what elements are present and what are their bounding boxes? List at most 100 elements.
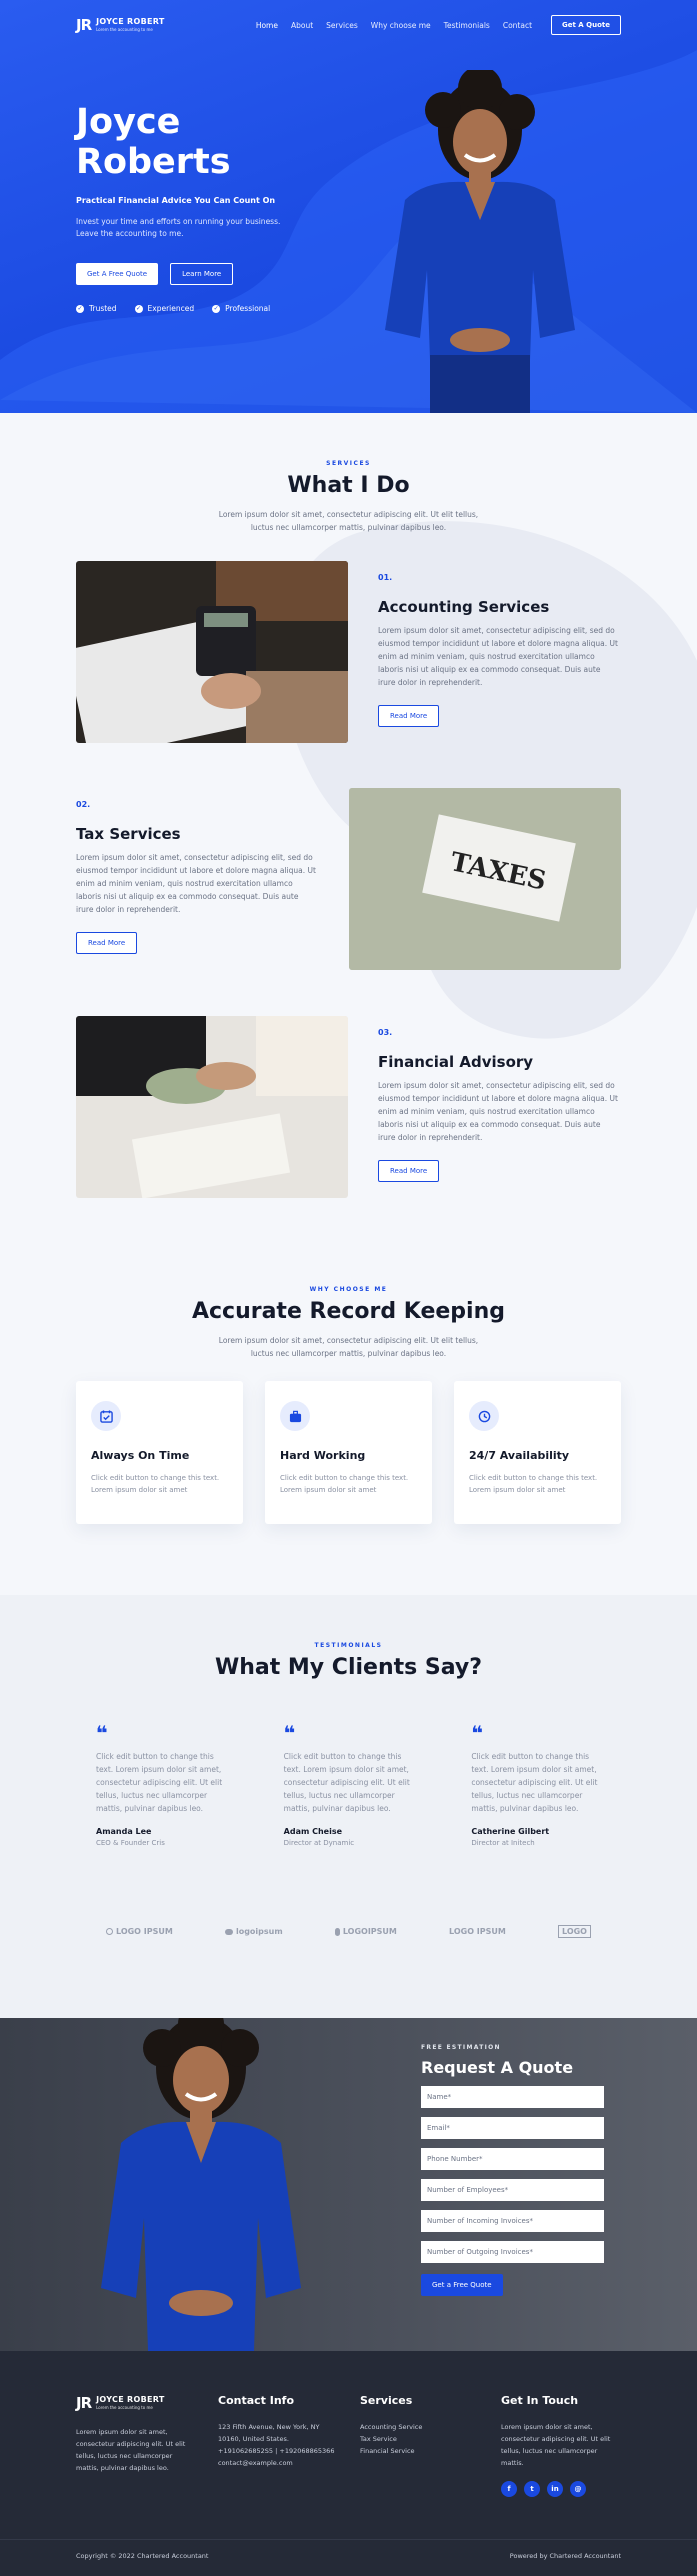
linkedin-icon[interactable]: in xyxy=(547,2481,563,2497)
check-icon: ✓ xyxy=(134,304,143,313)
read-more-button[interactable]: Read More xyxy=(76,932,138,954)
footer-phones[interactable]: +1910626852S5 | +192068865366 xyxy=(218,2445,343,2457)
feature-card: Hard Working Click edit button to change… xyxy=(265,1381,432,1524)
nav-home[interactable]: Home xyxy=(256,21,278,30)
learn-more-button[interactable]: Learn More xyxy=(170,263,234,285)
why-description: Lorem ipsum dolor sit amet, consectetur … xyxy=(218,1336,479,1358)
phone-field[interactable]: Phone Number* xyxy=(421,2148,604,2170)
testimonial-role: Director at Initech xyxy=(471,1839,535,1847)
why-kicker: WHY CHOOSE ME xyxy=(309,1286,388,1293)
testimonial-name: Adam Cheise xyxy=(283,1827,343,1836)
service-number: 03. xyxy=(378,1028,393,1037)
email-field[interactable]: Email* xyxy=(421,2117,604,2139)
briefcase-icon xyxy=(280,1401,310,1431)
feature-trusted: Trusted xyxy=(89,304,117,313)
testimonials-section: TESTIMONIALS What My Clients Say? ❝ Clic… xyxy=(0,1595,697,2018)
footer-email[interactable]: contact@example.com xyxy=(218,2457,343,2469)
twitter-icon[interactable]: t xyxy=(524,2481,540,2497)
client-logos: LOGO IPSUM logoipsum LOGOIPSUM LOGO IPSU… xyxy=(76,1925,621,1938)
name-field[interactable]: Name* xyxy=(421,2086,604,2108)
get-free-quote-button[interactable]: Get A Free Quote xyxy=(76,263,159,285)
nav-testimonials[interactable]: Testimonials xyxy=(444,21,490,30)
clock-icon xyxy=(469,1401,499,1431)
card-title: 24/7 Availability xyxy=(469,1449,570,1462)
testimonial-item: ❝ Click edit button to change this text.… xyxy=(451,1713,621,1860)
footer-address: 123 Fifth Avenue, New York, NY 10160, Un… xyxy=(218,2423,320,2443)
card-description: Click edit button to change this text. L… xyxy=(280,1474,409,1494)
service-title: Accounting Services xyxy=(378,598,550,616)
footer-service-link[interactable]: Financial Service xyxy=(360,2445,470,2457)
footer-services: Services Accounting Service Tax Service … xyxy=(360,2394,470,2457)
footer-touch-title: Get In Touch xyxy=(501,2394,579,2407)
logo[interactable]: JR JOYCE ROBERT Lorem the accounting to … xyxy=(76,16,165,34)
form-title: Request A Quote xyxy=(421,2058,574,2077)
nav-why-choose-me[interactable]: Why choose me xyxy=(371,21,431,30)
outgoing-invoices-field[interactable]: Number of Outgoing Invoices* xyxy=(421,2241,604,2263)
testimonial-name: Catherine Gilbert xyxy=(471,1827,550,1836)
read-more-button[interactable]: Read More xyxy=(378,1160,440,1182)
service-accounting: 01. Accounting Services Lorem ipsum dolo… xyxy=(76,561,621,743)
accounting-image xyxy=(76,561,348,743)
main-menu: Home About Services Why choose me Testim… xyxy=(256,15,621,35)
why-choose-me-section: WHY CHOOSE ME Accurate Record Keeping Lo… xyxy=(0,1248,697,1595)
footer-logo[interactable]: JR JOYCE ROBERT Lorem the accounting to … xyxy=(76,2394,196,2412)
testimonial-text: Click edit button to change this text. L… xyxy=(96,1752,223,1813)
hero-title-line2: Roberts xyxy=(76,142,231,182)
employees-field[interactable]: Number of Employees* xyxy=(421,2179,604,2201)
quote-form: FREE ESTIMATION Request A Quote Name* Em… xyxy=(421,2044,604,2296)
logo-name: JOYCE ROBERT xyxy=(96,2395,165,2404)
logo-mark: JR xyxy=(76,16,92,34)
footer-touch-text: Lorem ipsum dolor sit amet, consectetur … xyxy=(501,2423,611,2467)
services-section: SERVICES What I Do Lorem ipsum dolor sit… xyxy=(0,413,697,1248)
footer: JR JOYCE ROBERT Lorem the accounting to … xyxy=(0,2351,697,2576)
why-title: Accurate Record Keeping xyxy=(191,1299,506,1324)
feature-card: Always On Time Click edit button to chan… xyxy=(76,1381,243,1524)
client-logo: LOGO IPSUM xyxy=(449,1927,506,1936)
form-kicker: FREE ESTIMATION xyxy=(421,2044,501,2051)
logo-tagline: Lorem the accounting to me xyxy=(96,27,153,32)
footer-services-title: Services xyxy=(360,2394,413,2407)
powered-by-text: Powered by Chartered Accountant xyxy=(509,2552,621,2560)
service-number: 01. xyxy=(378,573,393,582)
footer-service-link[interactable]: Accounting Service xyxy=(360,2421,470,2433)
footer-about-text: Lorem ipsum dolor sit amet, consectetur … xyxy=(76,2428,186,2472)
financial-advisory-image xyxy=(76,1016,348,1198)
testimonials-kicker: TESTIMONIALS xyxy=(314,1642,383,1649)
logo-mark: JR xyxy=(76,2394,92,2412)
email-icon[interactable]: @ xyxy=(570,2481,586,2497)
testimonial-text: Click edit button to change this text. L… xyxy=(283,1752,410,1813)
hero-features: ✓ Trusted ✓ Experienced ✓ Professional xyxy=(76,304,270,313)
service-description: Lorem ipsum dolor sit amet, consectetur … xyxy=(378,1081,618,1142)
logo-name: JOYCE ROBERT xyxy=(96,17,165,26)
get-a-quote-button[interactable]: Get A Quote xyxy=(551,15,621,35)
read-more-button[interactable]: Read More xyxy=(378,705,440,727)
service-title: Tax Services xyxy=(76,825,181,843)
request-quote-section: FREE ESTIMATION Request A Quote Name* Em… xyxy=(0,2018,697,2351)
hero-title-line1: Joyce xyxy=(76,102,181,142)
services-description: Lorem ipsum dolor sit amet, consectetur … xyxy=(218,510,479,532)
service-tax: 02. Tax Services Lorem ipsum dolor sit a… xyxy=(76,788,621,970)
facebook-icon[interactable]: f xyxy=(501,2481,517,2497)
client-logo: logoipsum xyxy=(224,1927,283,1936)
feature-professional: Professional xyxy=(225,304,271,313)
testimonial-item: ❝ Click edit button to change this text.… xyxy=(76,1713,246,1860)
nav-services[interactable]: Services xyxy=(326,21,358,30)
footer-get-in-touch: Get In Touch Lorem ipsum dolor sit amet,… xyxy=(501,2394,621,2497)
footer-contact: Contact Info 123 Fifth Avenue, New York,… xyxy=(218,2394,343,2469)
card-description: Click edit button to change this text. L… xyxy=(469,1474,598,1494)
testimonials-title: What My Clients Say? xyxy=(214,1655,483,1680)
get-free-quote-submit-button[interactable]: Get a Free Quote xyxy=(421,2274,503,2296)
testimonial-name: Amanda Lee xyxy=(96,1827,152,1836)
incoming-invoices-field[interactable]: Number of Incoming Invoices* xyxy=(421,2210,604,2232)
client-logo: LOGOIPSUM xyxy=(334,1927,397,1936)
quote-icon: ❝ xyxy=(96,1721,108,1745)
check-icon: ✓ xyxy=(76,304,84,313)
footer-contact-title: Contact Info xyxy=(218,2394,295,2407)
top-nav: JR JOYCE ROBERT Lorem the accounting to … xyxy=(76,14,621,36)
taxes-image: TAXES xyxy=(349,788,621,970)
calendar-check-icon xyxy=(91,1401,121,1431)
nav-contact[interactable]: Contact xyxy=(503,21,532,30)
footer-service-link[interactable]: Tax Service xyxy=(360,2433,470,2445)
nav-about[interactable]: About xyxy=(291,21,313,30)
service-number: 02. xyxy=(76,800,91,809)
